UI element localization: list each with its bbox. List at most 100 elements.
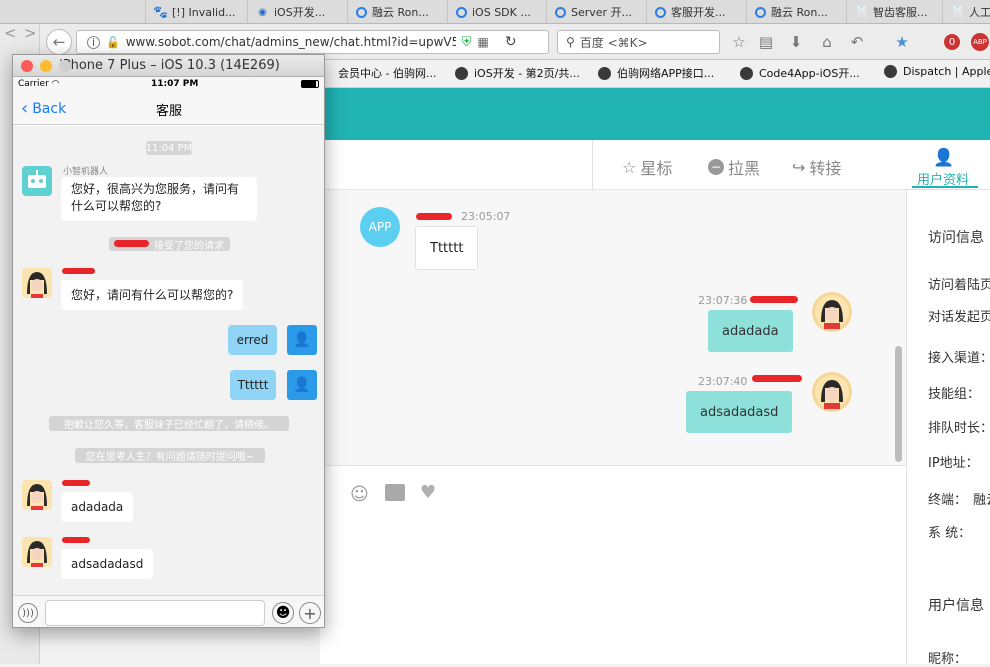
carrier-label: Carrier ◠	[18, 79, 60, 89]
tooth-icon: 🦷	[950, 5, 965, 19]
qr-code-icon[interactable]: ▦	[477, 35, 488, 49]
person-icon: 👤	[293, 332, 311, 348]
adblock-badge[interactable]: ABP	[971, 33, 989, 51]
search-placeholder: 百度 <⌘K>	[579, 35, 648, 50]
message-time: 23:05:07	[461, 210, 511, 223]
browser-tab[interactable]: 🦷 人工	[942, 0, 990, 24]
battery-icon	[301, 80, 319, 88]
message-bubble: adsadadasd	[686, 391, 793, 433]
block-label: 拉黑	[728, 159, 761, 178]
ios-nav-bar: ‹ Back 客服	[13, 93, 324, 125]
browser-tab[interactable]: iOS SDK ...	[447, 0, 544, 24]
agent-greeting: 您好，请问有什么可以帮您的?	[61, 280, 244, 310]
agent-message: adsadadasd	[61, 549, 154, 579]
browser-tab[interactable]: Server 开...	[546, 0, 644, 24]
satisfaction-icon[interactable]: ♥	[420, 482, 436, 503]
ublock-badge[interactable]: 0	[944, 34, 960, 50]
back-label: Back	[32, 100, 67, 117]
tab-label: [!] Invalid...	[172, 5, 236, 19]
message-input[interactable]	[45, 600, 265, 626]
info-icon[interactable]: i	[87, 35, 100, 49]
browser-tab[interactable]: 🦷 智齿客服...	[846, 0, 940, 24]
insecure-lock-icon[interactable]: 🔓	[106, 36, 120, 49]
minimize-button[interactable]	[40, 60, 52, 72]
bookmark-favicon-icon	[455, 66, 468, 80]
transfer-button[interactable]: ↪ 转接	[792, 155, 841, 179]
bookmark-item[interactable]: 会员中心 - 伯驹网...	[338, 65, 436, 81]
ios-simulator-window: iPhone 7 Plus – iOS 10.3 (14E269) Carrie…	[12, 54, 325, 628]
visitor-field-label: 排队时长：	[928, 421, 990, 436]
message-time: 23:07:36	[698, 294, 748, 307]
user-avatar: 👤	[287, 325, 317, 355]
bookmark-star-icon[interactable]: ☆	[727, 30, 751, 54]
chevron-right-icon: >	[24, 24, 37, 42]
chevron-left-icon: ‹	[21, 98, 29, 119]
zoom-button[interactable]	[59, 60, 71, 72]
ios-icon: ◉	[258, 6, 267, 18]
browser-tab[interactable]: 融云 Ron...	[347, 0, 445, 24]
close-button[interactable]	[21, 60, 33, 72]
star-label: 星标	[640, 159, 673, 178]
star-button[interactable]: ☆ 星标	[622, 155, 672, 179]
agent-avatar	[812, 372, 852, 412]
image-icon[interactable]	[385, 484, 405, 501]
redacted-name	[752, 375, 802, 382]
download-icon[interactable]: ⬇	[784, 30, 808, 54]
browser-tab[interactable]: 🐾 [!] Invalid...	[145, 0, 245, 24]
link-icon	[356, 6, 367, 18]
bookmark-favicon-icon	[884, 65, 897, 78]
bookmark-label: iOS开发 - 第2页/共...	[474, 67, 580, 80]
tab-label: iOS开发...	[274, 6, 326, 19]
browser-tab[interactable]: 融云 Ron...	[746, 0, 844, 24]
bot-message: 您好，很高兴为您服务，请问有什么可以帮您的?	[61, 177, 257, 221]
time-pill: 11:04 PM	[145, 141, 193, 155]
block-icon: −	[708, 159, 724, 175]
redacted-name	[750, 296, 798, 303]
voice-icon[interactable]: )))	[18, 603, 38, 623]
reading-list-icon[interactable]: ▤	[754, 30, 778, 54]
scrollbar-thumb[interactable]	[895, 346, 902, 462]
browser-tab[interactable]: ◉ iOS开发...	[247, 0, 345, 24]
pocket-icon[interactable]: ★	[890, 30, 914, 54]
ios-status-bar: Carrier ◠ 11:07 PM	[13, 77, 324, 93]
divider	[592, 140, 593, 190]
bookmark-item[interactable]: Code4App-iOS开...	[740, 65, 860, 81]
agent-avatar	[812, 292, 852, 332]
accept-notice-text: 接受了您的请求	[154, 240, 224, 252]
user-info-sidebar	[906, 140, 990, 664]
redacted-name	[416, 213, 452, 220]
search-box[interactable]: ⚲ 百度 <⌘K>	[557, 30, 720, 54]
history-back-icon[interactable]: ↶	[845, 30, 869, 54]
browser-tab[interactable]: 客服开发...	[646, 0, 744, 24]
tab-label: 人工	[969, 6, 990, 19]
bookmark-item[interactable]: Dispatch | Apple	[884, 65, 990, 78]
carrier-text: Carrier	[18, 79, 49, 89]
reload-icon[interactable]: ↻	[505, 34, 517, 50]
link-icon	[755, 6, 766, 18]
url-text[interactable]: www.sobot.com/chat/admins_new/chat.html?…	[126, 35, 456, 49]
idle-notice: 您在思考人生？有问题请随时提问哦~	[75, 448, 265, 463]
back-button[interactable]: ←	[46, 29, 72, 55]
agent-avatar	[22, 268, 52, 298]
emoji-icon[interactable]: ☺	[350, 484, 369, 505]
plus-icon[interactable]: +	[299, 602, 321, 624]
emoji-button-icon[interactable]: ☻	[272, 602, 294, 624]
bookmark-label: Dispatch | Apple	[903, 65, 990, 78]
tab-label: 融云 Ron...	[771, 6, 828, 19]
arrow-left-icon: ←	[52, 33, 66, 51]
bookmark-item[interactable]: 伯驹网络APP接口...	[598, 65, 714, 81]
redacted-name	[114, 240, 149, 247]
tab-label: 智齿客服...	[873, 6, 928, 19]
back-nav-button[interactable]: ‹ Back	[21, 98, 66, 119]
shield-icon[interactable]: ⛨	[462, 35, 472, 50]
bookmark-item[interactable]: iOS开发 - 第2页/共...	[455, 65, 580, 81]
app-avatar: APP	[360, 207, 400, 247]
block-button[interactable]: − 拉黑	[708, 155, 760, 179]
reply-input-area[interactable]	[320, 465, 906, 664]
tooth-icon: 🦷	[854, 5, 869, 19]
link-icon	[456, 6, 467, 18]
home-icon[interactable]: ⌂	[815, 30, 839, 54]
link-icon	[555, 6, 566, 18]
link-icon	[655, 6, 666, 18]
address-bar[interactable]: i 🔓 www.sobot.com/chat/admins_new/chat.h…	[76, 30, 549, 54]
